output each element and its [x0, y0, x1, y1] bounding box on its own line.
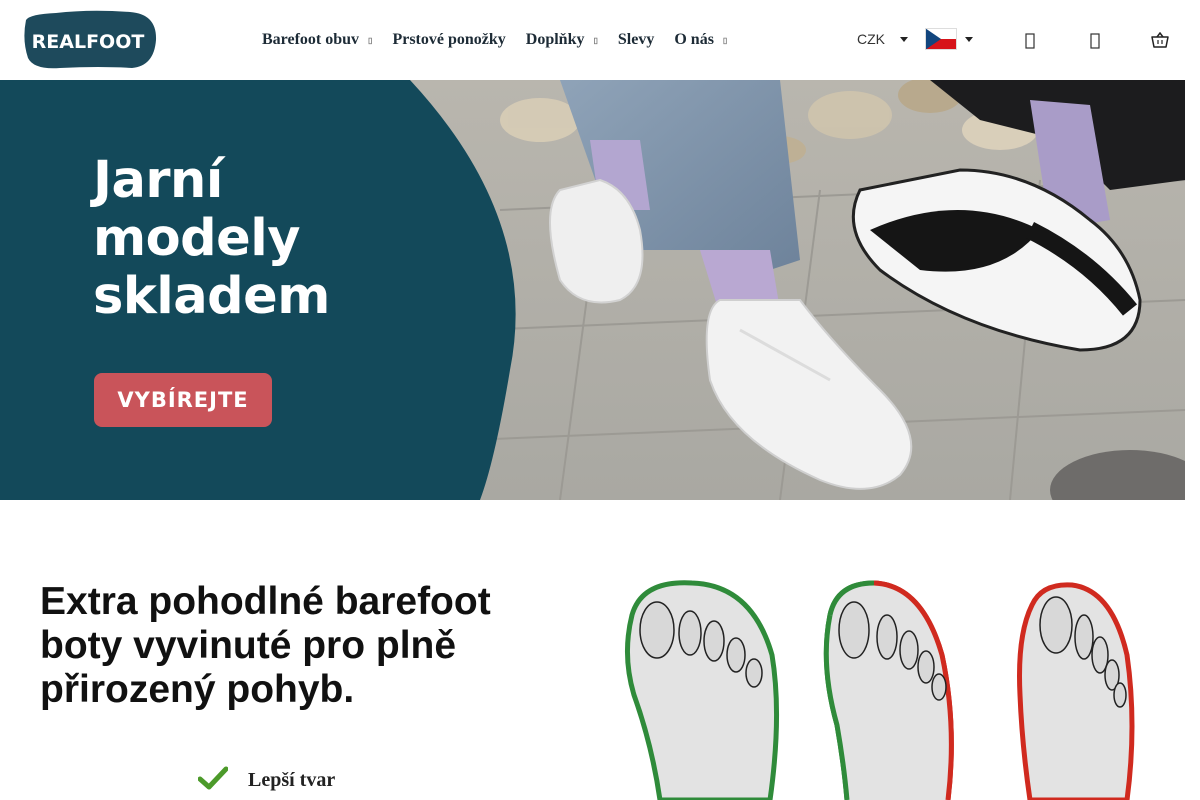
cz-flag-icon — [925, 28, 957, 50]
foot-shape-illustration — [612, 575, 1152, 800]
search-icon[interactable] — [1021, 32, 1039, 50]
language-selector[interactable] — [925, 28, 973, 50]
check-icon — [197, 766, 229, 795]
realfoot-logo[interactable]: REALFOOT — [20, 10, 157, 70]
user-icon[interactable] — [1086, 32, 1104, 50]
cart-icon[interactable] — [1151, 31, 1169, 49]
nav-label: Slevy — [617, 31, 655, 48]
foot-partial-icon — [823, 580, 954, 800]
nav-label: Prstové ponožky — [392, 31, 506, 48]
nav-label: O nás — [674, 31, 714, 48]
nav-prstove-ponozky[interactable]: Prstové ponožky — [392, 31, 505, 49]
site-header: REALFOOT Barefoot obuv ▯ Prstové ponožky… — [0, 0, 1185, 80]
hero-title: Jarní modely skladem — [93, 152, 330, 326]
hero-title-line: modely — [93, 209, 301, 268]
nav-label: Doplňky — [525, 31, 585, 48]
foot-natural-icon — [625, 580, 780, 800]
shop-now-button[interactable]: VYBÍREJTE — [94, 373, 272, 427]
foot-constricted-icon — [1017, 582, 1135, 800]
section-headline: Extra pohodlné barefoot boty vyvinuté pr… — [40, 580, 491, 711]
nav-slevy[interactable]: Slevy — [618, 31, 654, 49]
hero-title-line: Jarní — [93, 151, 223, 210]
nav-barefoot-obuv[interactable]: Barefoot obuv ▯ — [262, 31, 372, 49]
dropdown-arrow-icon — [900, 36, 908, 42]
hero-title-line: skladem — [93, 267, 330, 326]
main-nav: Barefoot obuv ▯ Prstové ponožky Doplňky … — [262, 28, 747, 52]
nav-doplnky[interactable]: Doplňky ▯ — [526, 31, 598, 49]
nav-o-nas[interactable]: O nás ▯ — [674, 31, 727, 49]
chevron-down-icon: ▯ — [593, 35, 598, 45]
dropdown-arrow-icon — [965, 36, 973, 42]
logo-text: REALFOOT — [32, 31, 145, 53]
chevron-down-icon: ▯ — [368, 35, 373, 45]
nav-label: Barefoot obuv — [262, 31, 360, 48]
benefit-item: Lepší tvar — [197, 766, 336, 795]
hero-banner[interactable]: Jarní modely skladem VYBÍREJTE — [0, 80, 1185, 500]
currency-value: CZK — [857, 31, 885, 47]
currency-selector[interactable]: CZK — [857, 31, 908, 47]
benefit-label: Lepší tvar — [248, 769, 336, 791]
chevron-down-icon: ▯ — [722, 35, 728, 45]
